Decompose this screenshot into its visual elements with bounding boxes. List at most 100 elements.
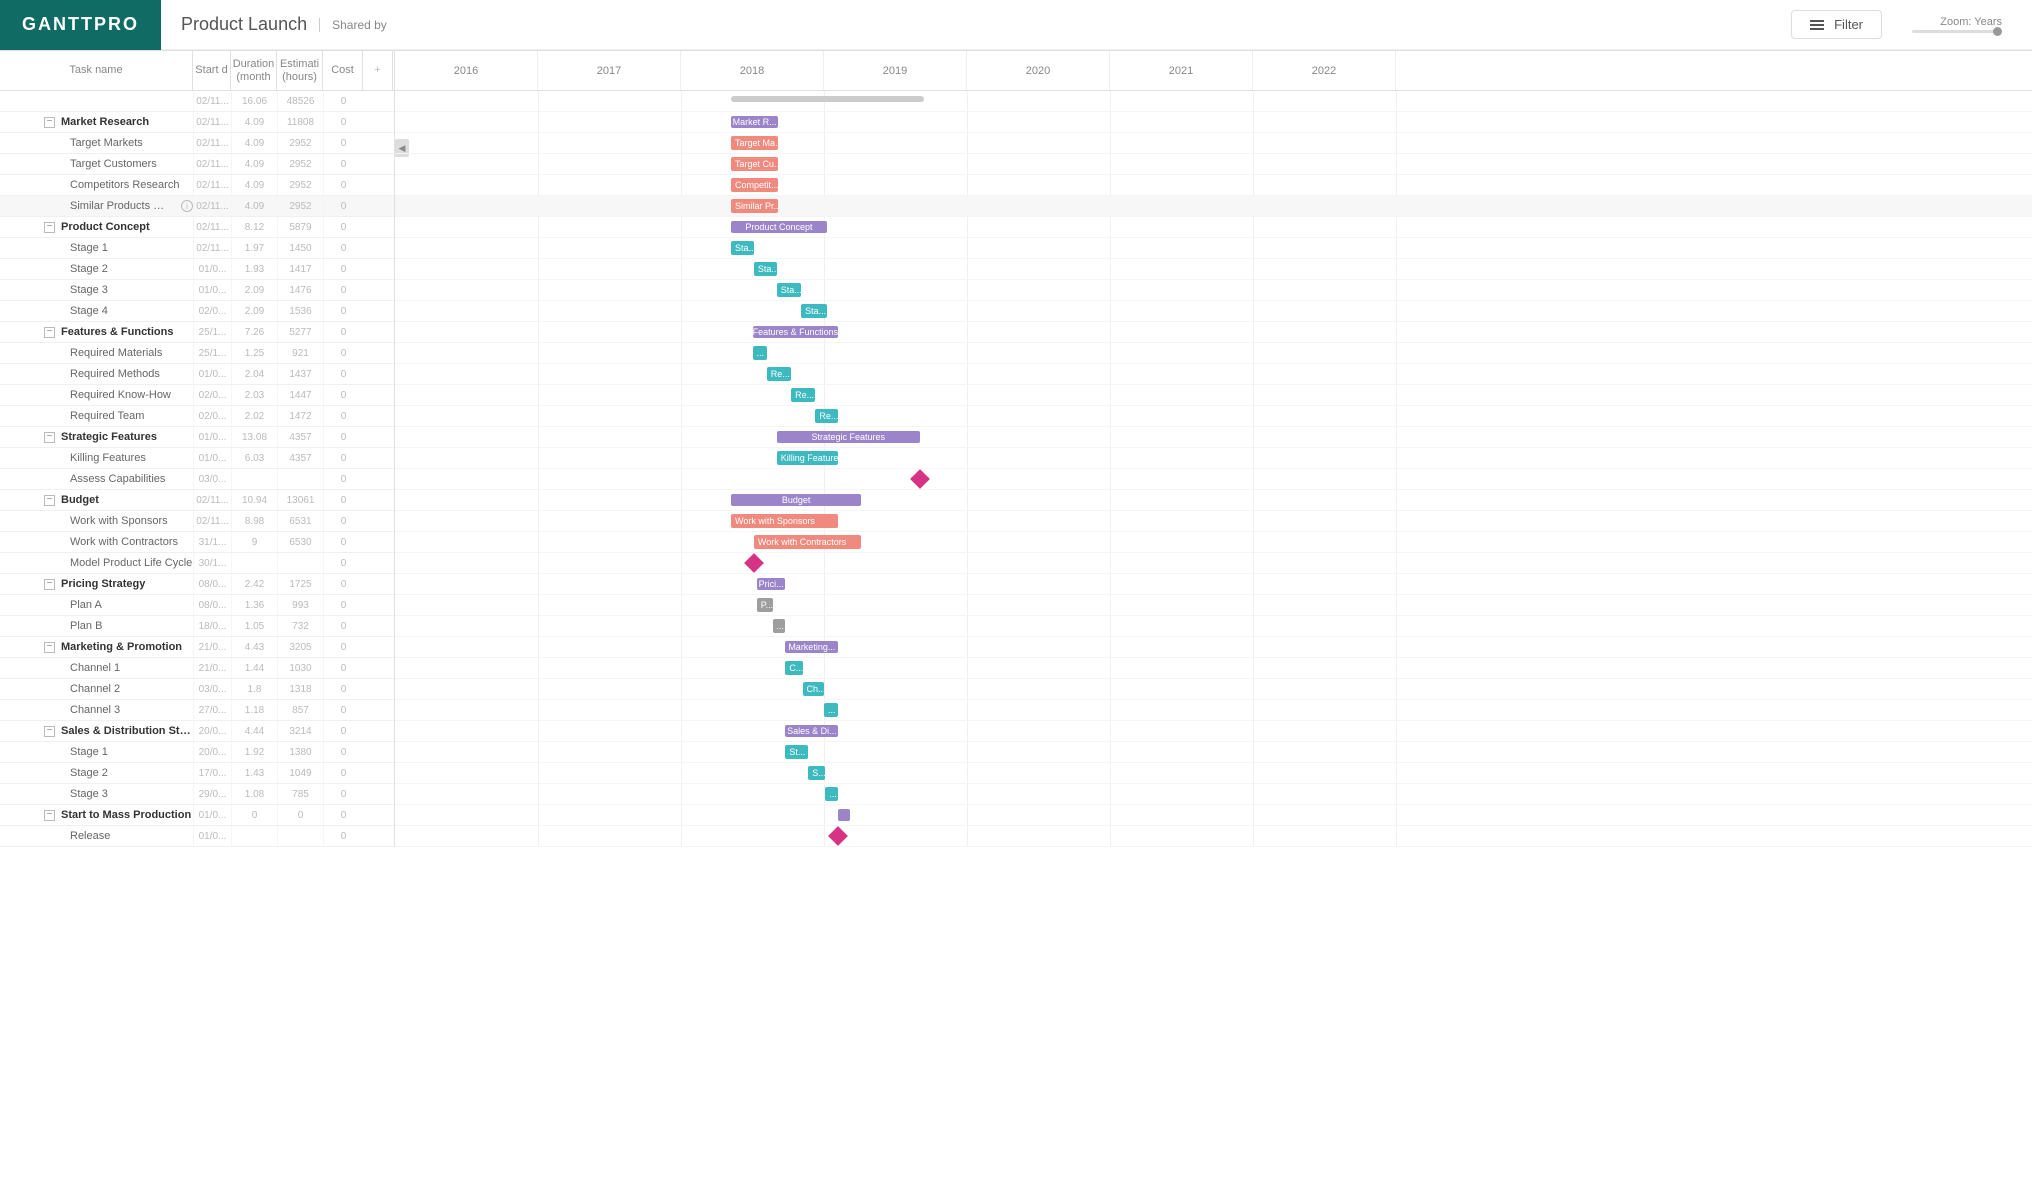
cell-start[interactable]: 02/11... (193, 238, 231, 258)
cell-duration[interactable]: 13.08 (231, 427, 277, 447)
cell-cost[interactable]: 0 (323, 679, 363, 699)
cell-duration[interactable]: 1.18 (231, 700, 277, 720)
cell-duration[interactable] (231, 826, 277, 846)
cell-estimate[interactable] (277, 553, 323, 573)
col-cost-header[interactable]: Cost (323, 51, 363, 90)
task-row[interactable]: Work with Contractors31/1...965300 (0, 532, 394, 553)
gantt-bar[interactable]: Market R... (731, 116, 778, 128)
cell-estimate[interactable]: 6530 (277, 532, 323, 552)
cell-duration[interactable]: 4.09 (231, 133, 277, 153)
cell-start[interactable]: 01/0... (193, 259, 231, 279)
cell-estimate[interactable]: 921 (277, 343, 323, 363)
task-row[interactable]: Plan A08/0...1.369930 (0, 595, 394, 616)
cell-estimate[interactable]: 1472 (277, 406, 323, 426)
cell-duration[interactable]: 1.93 (231, 259, 277, 279)
cell-start[interactable]: 02/0... (193, 406, 231, 426)
gantt-bar[interactable]: Sales & Di... (785, 725, 838, 737)
cell-duration[interactable]: 2.42 (231, 574, 277, 594)
cell-duration[interactable]: 4.09 (231, 112, 277, 132)
gantt-bar[interactable]: Sta... (731, 241, 754, 255)
gantt-row[interactable]: Killing Features (395, 448, 2032, 469)
gantt-row[interactable]: Competit... (395, 175, 2032, 196)
cell-start[interactable]: 02/11... (193, 133, 231, 153)
cell-estimate[interactable]: 732 (277, 616, 323, 636)
logo[interactable]: GANTTPRO (0, 0, 161, 50)
gantt-row[interactable]: Re... (395, 385, 2032, 406)
gantt-row[interactable] (395, 826, 2032, 847)
cell-duration[interactable]: 2.09 (231, 280, 277, 300)
cell-start[interactable]: 21/0... (193, 658, 231, 678)
gantt-bar[interactable]: Work with Sponsors (731, 514, 838, 528)
cell-cost[interactable]: 0 (323, 364, 363, 384)
info-icon[interactable]: i (181, 200, 193, 212)
cell-cost[interactable]: 0 (323, 154, 363, 174)
gantt-bar[interactable]: Sta... (754, 262, 777, 276)
cell-duration[interactable]: 1.08 (231, 784, 277, 804)
cell-duration[interactable]: 1.97 (231, 238, 277, 258)
cell-cost[interactable]: 0 (323, 532, 363, 552)
task-row[interactable]: Channel 121/0...1.4410300 (0, 658, 394, 679)
task-row[interactable]: Target Customers02/11...4.0929520 (0, 154, 394, 175)
cell-start[interactable]: 20/0... (193, 721, 231, 741)
gantt-bar[interactable]: Sta... (777, 283, 801, 297)
cell-estimate[interactable] (277, 469, 323, 489)
cell-cost[interactable]: 0 (323, 406, 363, 426)
cell-estimate[interactable]: 785 (277, 784, 323, 804)
cell-start[interactable]: 02/11... (193, 511, 231, 531)
gantt-row[interactable]: ... (395, 616, 2032, 637)
gantt-bar[interactable]: ... (753, 346, 767, 360)
filter-button[interactable]: Filter (1791, 10, 1882, 39)
task-row[interactable]: Model Product Life Cycle30/1...0 (0, 553, 394, 574)
cell-duration[interactable]: 1.44 (231, 658, 277, 678)
cell-estimate[interactable]: 1030 (277, 658, 323, 678)
cell-duration[interactable]: 7.26 (231, 322, 277, 342)
cell-duration[interactable] (231, 469, 277, 489)
collapse-toggle[interactable]: − (44, 327, 55, 338)
gantt-bar[interactable]: Target Ma... (731, 136, 778, 150)
gantt-row[interactable]: Target Cu... (395, 154, 2032, 175)
gantt-row[interactable] (395, 469, 2032, 490)
cell-cost[interactable]: 0 (323, 280, 363, 300)
cell-start[interactable]: 02/0... (193, 301, 231, 321)
gantt-bar[interactable]: Prici... (757, 578, 786, 590)
cell-start[interactable]: 02/0... (193, 385, 231, 405)
gantt-row[interactable] (395, 805, 2032, 826)
year-cell[interactable]: 2020 (967, 51, 1110, 90)
cell-cost[interactable]: 0 (323, 427, 363, 447)
col-duration-header[interactable]: Duration (month (231, 51, 277, 90)
timeline-header[interactable]: 2016201720182019202020212022 (395, 51, 2032, 91)
gantt-row[interactable]: S... (395, 763, 2032, 784)
cell-start[interactable]: 01/0... (193, 826, 231, 846)
task-row[interactable]: Killing Features01/0...6.0343570 (0, 448, 394, 469)
milestone-marker[interactable] (744, 553, 764, 573)
task-row[interactable]: Work with Sponsors02/11...8.9865310 (0, 511, 394, 532)
cell-start[interactable]: 02/11... (193, 490, 231, 510)
gantt-row[interactable]: Similar Pr... (395, 196, 2032, 217)
cell-cost[interactable]: 0 (323, 238, 363, 258)
gantt-row[interactable]: Sta... (395, 301, 2032, 322)
cell-start[interactable]: 02/11... (193, 91, 231, 111)
gantt-row[interactable]: Sales & Di... (395, 721, 2032, 742)
cell-cost[interactable]: 0 (323, 700, 363, 720)
collapse-toggle[interactable]: − (44, 642, 55, 653)
gantt-row[interactable]: ... (395, 784, 2032, 805)
cell-estimate[interactable]: 857 (277, 700, 323, 720)
year-cell[interactable]: 2022 (1253, 51, 1396, 90)
gantt-row[interactable]: Work with Sponsors (395, 511, 2032, 532)
cell-duration[interactable]: 0 (231, 805, 277, 825)
task-row[interactable]: −Product Concept02/11...8.1258790 (0, 217, 394, 238)
cell-start[interactable]: 02/11... (193, 175, 231, 195)
cell-cost[interactable]: 0 (323, 721, 363, 741)
task-row[interactable]: Stage 329/0...1.087850 (0, 784, 394, 805)
cell-estimate[interactable]: 1725 (277, 574, 323, 594)
cell-duration[interactable]: 4.43 (231, 637, 277, 657)
gantt-row[interactable]: Market R... (395, 112, 2032, 133)
cell-start[interactable]: 20/0... (193, 742, 231, 762)
year-cell[interactable]: 2018 (681, 51, 824, 90)
cell-cost[interactable]: 0 (323, 196, 363, 216)
cell-start[interactable]: 02/11... (193, 196, 231, 216)
cell-duration[interactable]: 1.25 (231, 343, 277, 363)
cell-cost[interactable]: 0 (323, 574, 363, 594)
year-cell[interactable]: 2019 (824, 51, 967, 90)
gantt-row[interactable]: Ch... (395, 679, 2032, 700)
